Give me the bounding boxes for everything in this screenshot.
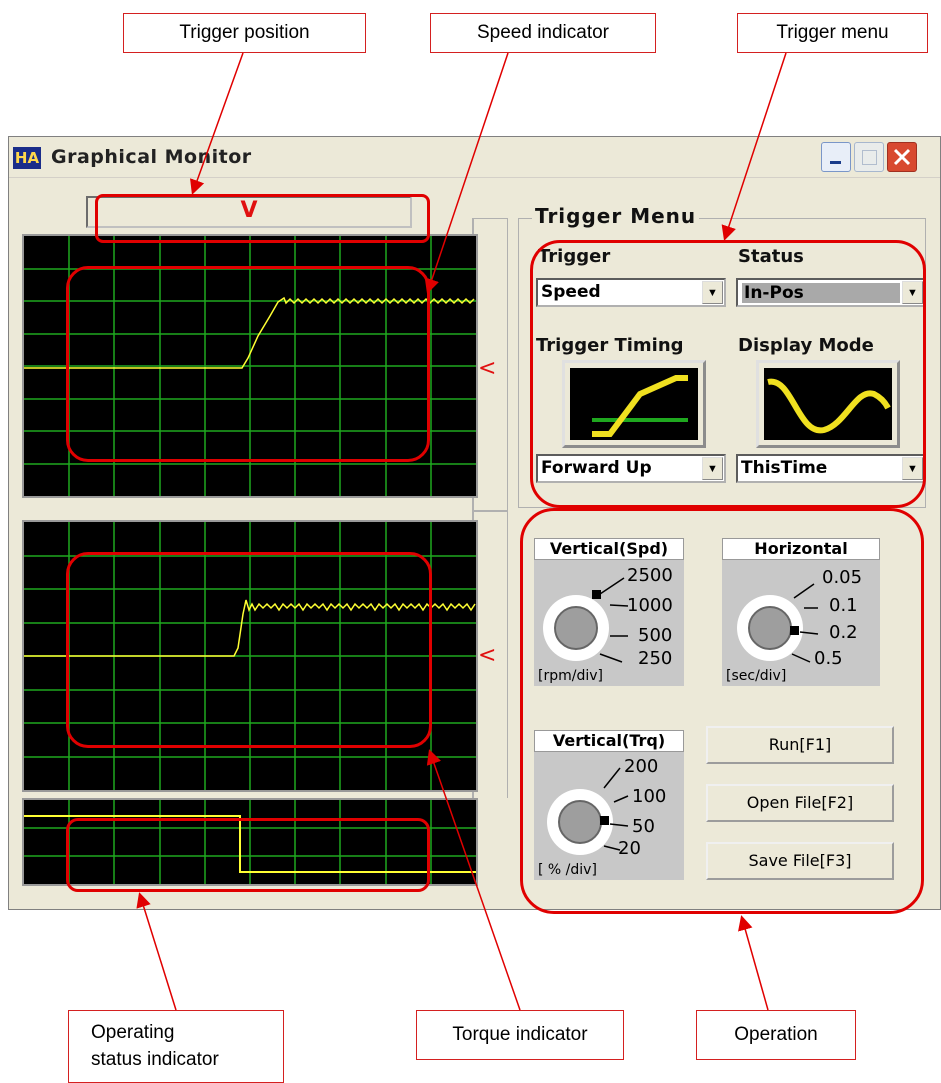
- callout-operation: Operation: [696, 1010, 856, 1060]
- callout-torque-indicator: Torque indicator: [416, 1010, 624, 1060]
- highlight-torque-indicator: [66, 552, 432, 748]
- maximize-button[interactable]: [854, 142, 884, 172]
- close-icon: [893, 148, 911, 166]
- highlight-speed-indicator: [66, 266, 430, 462]
- speed-level-marker: <: [478, 356, 497, 381]
- callout-operating-status: Operating status indicator: [68, 1010, 284, 1083]
- window-title: Graphical Monitor: [51, 146, 252, 168]
- screen-side-divider: [474, 510, 508, 512]
- minimize-button[interactable]: [821, 142, 851, 172]
- highlight-operation: [520, 508, 924, 914]
- trigger-menu-title: Trigger Menu: [532, 204, 700, 228]
- minimize-icon: [830, 161, 841, 164]
- highlight-trigger-menu: [530, 240, 926, 508]
- maximize-icon: [862, 150, 877, 165]
- callout-speed-indicator: Speed indicator: [430, 13, 656, 53]
- torque-level-marker: <: [478, 643, 497, 668]
- close-button[interactable]: [887, 142, 917, 172]
- title-bar[interactable]: HA Graphical Monitor: [9, 137, 940, 178]
- highlight-operating-status: [66, 818, 430, 892]
- highlight-trigger-position: [95, 194, 430, 243]
- callout-trigger-menu: Trigger menu: [737, 13, 928, 53]
- app-logo-icon: HA: [13, 147, 41, 169]
- callout-trigger-position: Trigger position: [123, 13, 366, 53]
